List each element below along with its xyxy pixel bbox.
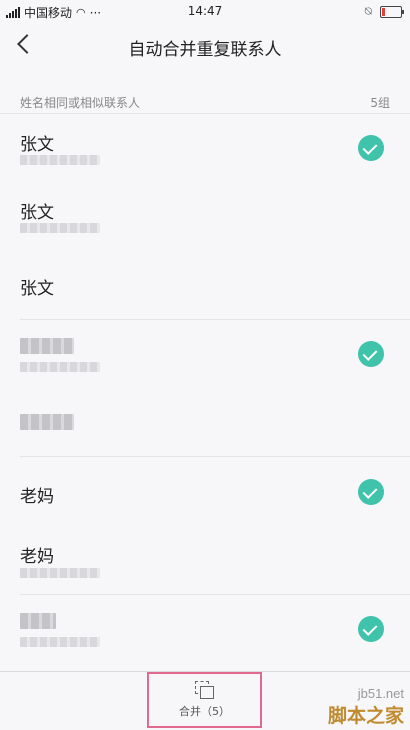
battery-icon (380, 5, 404, 18)
check-icon[interactable] (358, 479, 384, 505)
watermark-brand: 脚本之家 (327, 706, 404, 727)
contact-phone-blurred (20, 637, 100, 647)
check-icon[interactable] (358, 616, 384, 642)
contact-row[interactable]: 老妈 (0, 526, 410, 594)
merge-button[interactable]: 合并（5） (147, 672, 262, 728)
section-header: 姓名相同或相似联系人 5组 (0, 90, 410, 114)
status-time: 14:47 (187, 4, 223, 18)
app-header: 自动合并重复联系人 (0, 24, 410, 70)
contact-row[interactable] (0, 320, 410, 388)
contact-row[interactable]: 张文 (0, 114, 410, 182)
mute-icon: ⍉ (364, 4, 372, 18)
contact-name-blurred (20, 414, 74, 430)
check-icon[interactable] (358, 135, 384, 161)
contact-row[interactable]: 老妈 (0, 458, 410, 526)
contact-name-blurred (20, 613, 56, 629)
watermark-site: jb51.net (357, 686, 404, 701)
contact-name: 张文 (20, 135, 54, 155)
contact-phone-blurred (20, 223, 100, 233)
watermark: jb51.net 脚本之家 (328, 686, 404, 728)
contact-row[interactable] (0, 388, 410, 456)
contact-name: 张文 (20, 203, 54, 223)
contact-row[interactable]: 张文 (0, 250, 410, 318)
page-title: 自动合并重复联系人 (128, 40, 282, 60)
contact-row[interactable] (0, 595, 410, 663)
status-bar: 中国移动 ◠ ··· 14:47 ⍉ (0, 0, 410, 24)
merge-icon (194, 681, 215, 699)
contact-phone-blurred (20, 362, 100, 372)
bottom-bar: 合并（5） jb51.net 脚本之家 (0, 671, 410, 730)
contact-name: 张文 (20, 279, 54, 299)
group-divider (20, 456, 410, 457)
section-label: 姓名相同或相似联系人 (20, 96, 141, 110)
contact-phone-blurred (20, 155, 100, 165)
check-icon[interactable] (358, 341, 384, 367)
status-right: ⍉ (364, 4, 404, 19)
contact-row[interactable]: 张文 (0, 182, 410, 250)
merge-label: 合并（5） (179, 705, 230, 718)
contact-name: 老妈 (20, 547, 54, 567)
contact-name-blurred (20, 338, 74, 354)
section-count: 5组 (370, 96, 390, 110)
contact-name: 老妈 (20, 487, 54, 507)
contact-phone-blurred (20, 568, 100, 578)
